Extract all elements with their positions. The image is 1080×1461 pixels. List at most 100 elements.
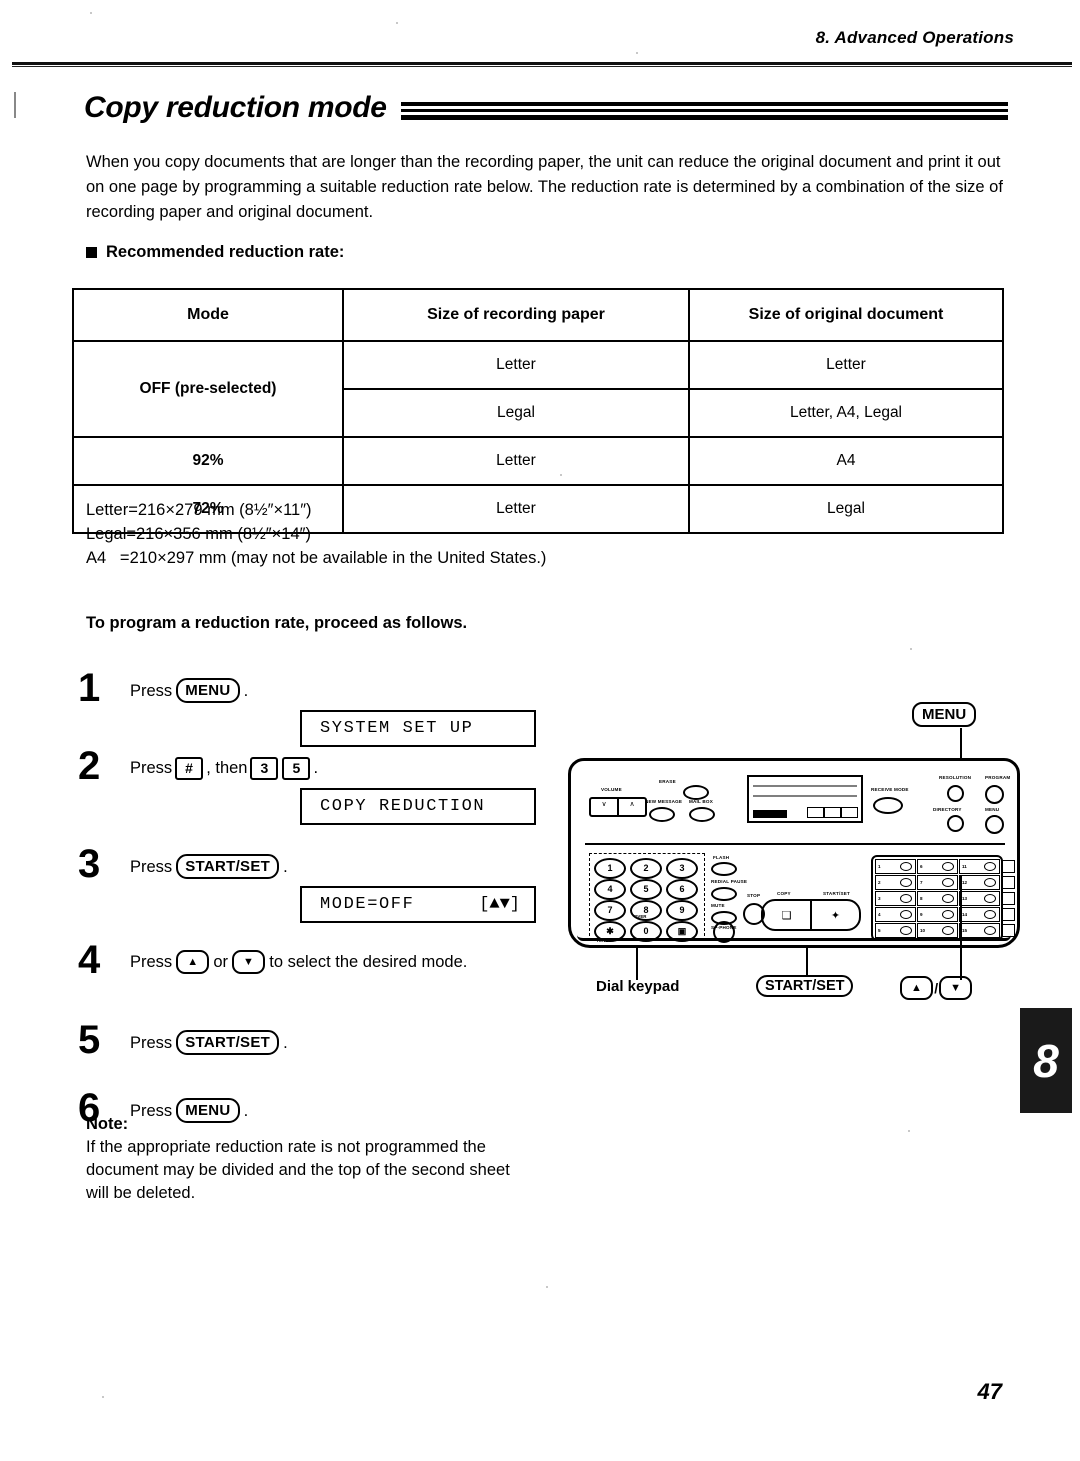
side-key-a[interactable] xyxy=(1002,860,1015,873)
station-key-14[interactable]: 14 xyxy=(959,907,1000,922)
note-text: If the appropriate reduction rate is not… xyxy=(86,1138,510,1202)
start-set-callout-label: START/SET xyxy=(756,975,854,997)
step-text: Press ▲ or ▼ to select the desired mode. xyxy=(130,950,548,974)
copy-start-button-group[interactable]: ❑ ✦ xyxy=(761,899,861,931)
recommended-rate-heading: Recommended reduction rate: xyxy=(86,243,344,262)
erase-button[interactable] xyxy=(683,785,709,800)
station-key-7[interactable]: 7 xyxy=(917,875,958,890)
volume-rocker[interactable]: ∨ ∧ xyxy=(589,797,647,817)
up-arrow-key[interactable]: ▲ xyxy=(176,950,210,974)
step-punct: . xyxy=(283,1033,288,1052)
title-row: Copy reduction mode xyxy=(84,86,1008,130)
volume-label: VOLUME xyxy=(601,787,622,792)
redial-pause-label: REDIAL PAUSE xyxy=(711,879,748,884)
erase-label: ERASE xyxy=(659,779,676,784)
digit-3-key[interactable]: 3 xyxy=(250,756,279,780)
step-text: Press # , then 3 5 . xyxy=(130,756,548,780)
station-key-8[interactable]: 8 xyxy=(917,891,958,906)
step-5: 5 Press START/SET . xyxy=(78,1020,548,1098)
bottom-callout-row: Dial keypad START/SET ▲ / ▼ xyxy=(560,972,1030,1002)
lcd-line-1 xyxy=(753,785,857,787)
side-key-b[interactable] xyxy=(1002,876,1015,889)
volume-up-icon: ∧ xyxy=(629,801,635,808)
new-message-label: NEW MESSAGE xyxy=(645,799,683,804)
start-set-button[interactable]: ✦ xyxy=(812,901,859,929)
step-text: Press MENU . xyxy=(130,678,548,703)
key-5[interactable]: 5 xyxy=(630,879,662,900)
step-verb: Press xyxy=(130,681,173,700)
redial-pause-button[interactable] xyxy=(711,887,737,901)
key-4[interactable]: 4 xyxy=(594,879,626,900)
receive-mode-label: RECEIVE MODE xyxy=(871,787,909,792)
copy-label: COPY xyxy=(777,891,791,896)
note-block: Note: If the appropriate reduction rate … xyxy=(86,1113,516,1205)
step-punct: . xyxy=(243,681,249,700)
station-key-3[interactable]: 3 xyxy=(875,891,916,906)
lcd-display-mode-off: [▲▼] MODE=OFF xyxy=(300,886,536,923)
scan-speck xyxy=(910,648,912,650)
key-1[interactable]: 1 xyxy=(594,858,626,879)
arrow-keys-callout: ▲ / ▼ xyxy=(900,976,973,1000)
flash-button[interactable] xyxy=(711,862,737,876)
cell-paper: Letter xyxy=(342,436,690,486)
over-label: OVER xyxy=(634,914,647,919)
dial-keypad[interactable]: 1 2 3 4 5 6 7 8 9 ✱ 0 ▣ OVER TONE xyxy=(589,853,705,943)
side-key-d[interactable] xyxy=(1002,908,1015,921)
key-7[interactable]: 7 xyxy=(594,900,626,921)
mute-label: MUTE xyxy=(711,903,725,908)
column-header-recording-paper: Size of recording paper xyxy=(342,288,690,342)
menu-button[interactable] xyxy=(985,815,1004,834)
running-header: 8. Advanced Operations xyxy=(815,28,1014,47)
key-3[interactable]: 3 xyxy=(666,858,698,879)
down-arrow-callout-key[interactable]: ▼ xyxy=(939,976,973,1000)
key-2[interactable]: 2 xyxy=(630,858,662,879)
arrow-separator: / xyxy=(934,980,939,996)
resolution-button[interactable] xyxy=(947,785,964,802)
scan-speck xyxy=(546,1286,548,1288)
station-key-6[interactable]: 6 xyxy=(917,859,958,874)
hash-key[interactable]: # xyxy=(175,756,204,780)
down-arrow-key[interactable]: ▼ xyxy=(232,950,266,974)
device-illustration: MENU ∨ ∧ VOLUME ERASE NEW MESSAGE MAIL B… xyxy=(560,700,1030,1010)
step-number: 2 xyxy=(78,744,101,788)
step-4: 4 Press ▲ or ▼ to select the desired mod… xyxy=(78,940,548,1030)
station-key-12[interactable]: 12 xyxy=(959,875,1000,890)
start-set-key[interactable]: START/SET xyxy=(176,1030,280,1055)
scan-speck xyxy=(908,1130,910,1132)
lcd-display-copy-reduction: COPY REDUCTION xyxy=(300,788,536,825)
step-number: 3 xyxy=(78,842,101,886)
station-key-9[interactable]: 9 xyxy=(917,907,958,922)
station-key-1[interactable]: 1 xyxy=(875,859,916,874)
menu-label: MENU xyxy=(985,807,1000,812)
step-verb: Press xyxy=(130,857,173,876)
scan-speck xyxy=(560,474,562,476)
side-key-c[interactable] xyxy=(1002,892,1015,905)
digit-5-key[interactable]: 5 xyxy=(282,756,311,780)
column-header-mode: Mode xyxy=(72,288,344,342)
cell-mode-off: OFF (pre-selected) xyxy=(72,340,344,438)
station-key-11[interactable]: 11 xyxy=(959,859,1000,874)
new-message-button[interactable] xyxy=(649,807,675,822)
step-connector: or xyxy=(213,953,229,971)
station-key-4[interactable]: 4 xyxy=(875,907,916,922)
table-row: OFF (pre-selected) Letter Letter xyxy=(72,340,1004,438)
step-text: Press START/SET . xyxy=(130,1030,548,1055)
station-key-2[interactable]: 2 xyxy=(875,875,916,890)
up-arrow-callout-key[interactable]: ▲ xyxy=(900,976,934,1000)
mail-box-button[interactable] xyxy=(689,807,715,822)
receive-mode-button[interactable] xyxy=(873,797,903,814)
square-bullet-icon xyxy=(86,247,97,258)
step-verb: Press xyxy=(130,1033,173,1052)
menu-key[interactable]: MENU xyxy=(176,678,240,703)
intro-paragraph: When you copy documents that are longer … xyxy=(86,153,1003,221)
start-set-key[interactable]: START/SET xyxy=(176,854,280,879)
key-6[interactable]: 6 xyxy=(666,879,698,900)
key-9[interactable]: 9 xyxy=(666,900,698,921)
program-button[interactable] xyxy=(985,785,1004,804)
one-touch-station-panel[interactable]: 1 2 3 4 5 6 7 8 9 10 11 12 13 14 15 xyxy=(871,855,1015,941)
directory-button[interactable] xyxy=(947,815,964,832)
lcd-segment-3 xyxy=(841,807,858,818)
table-row: 92% Letter A4 xyxy=(72,436,1004,486)
copy-button[interactable]: ❑ xyxy=(763,901,812,929)
station-key-13[interactable]: 13 xyxy=(959,891,1000,906)
